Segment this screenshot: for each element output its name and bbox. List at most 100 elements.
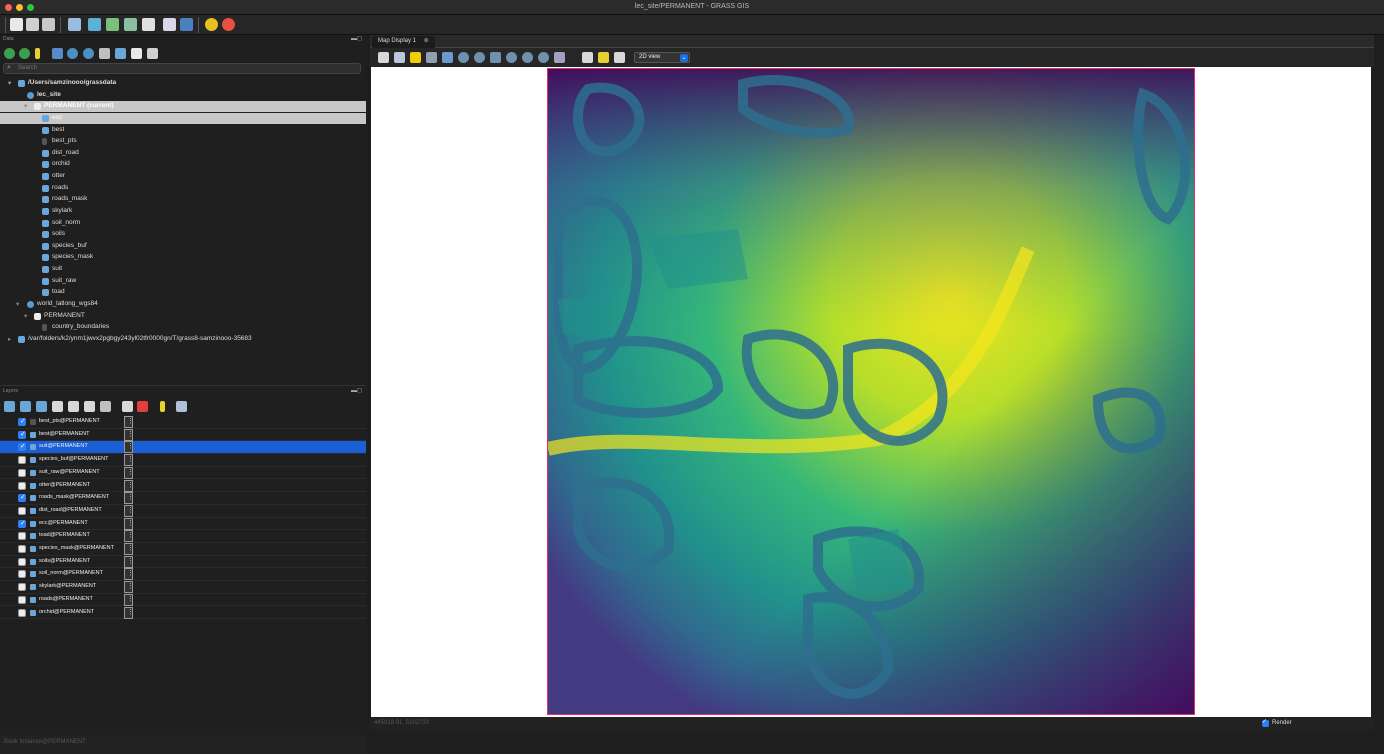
add-grassdb-icon[interactable] <box>52 48 63 59</box>
layer-row[interactable]: best_pts@PERMANENT <box>0 416 366 429</box>
layer-visibility-checkbox[interactable] <box>18 430 26 439</box>
remove-layer-icon[interactable] <box>137 401 148 412</box>
opacity-handle[interactable] <box>124 441 134 454</box>
map-decorations-icon[interactable] <box>582 52 593 63</box>
settings-gear-icon[interactable] <box>205 18 218 31</box>
print-icon[interactable] <box>614 52 625 63</box>
opacity-handle[interactable] <box>124 466 134 479</box>
script-icon[interactable] <box>163 18 176 31</box>
expand-arrow-icon[interactable]: ▾ <box>8 79 11 87</box>
opacity-handle[interactable] <box>124 428 134 441</box>
add-location-icon[interactable] <box>67 48 78 59</box>
tree-item-map[interactable]: orchid <box>0 159 366 170</box>
save-image-icon[interactable] <box>598 52 609 63</box>
add-mapset-icon[interactable] <box>99 48 110 59</box>
layer-visibility-checkbox[interactable] <box>18 608 26 617</box>
import-layer-icon[interactable] <box>122 401 133 412</box>
pan-icon[interactable] <box>442 52 453 63</box>
search-input[interactable]: ⌕ Search <box>3 63 361 74</box>
render-map-icon[interactable] <box>394 52 405 63</box>
import-raster-icon[interactable] <box>115 48 126 59</box>
tree-item-map[interactable]: otter <box>0 171 366 182</box>
expand-arrow-icon[interactable]: ▾ <box>24 102 27 110</box>
panel-float-icon[interactable]: ▬◻ <box>351 35 362 42</box>
add-vector-icon[interactable] <box>52 401 63 412</box>
layer-row[interactable]: roads_mask@PERMANENT <box>0 492 366 505</box>
layer-visibility-checkbox[interactable] <box>18 506 26 515</box>
layer-visibility-checkbox[interactable] <box>18 417 26 426</box>
tree-item-map[interactable]: roads_mask <box>0 194 366 205</box>
tree-item-map[interactable]: suit <box>0 264 366 275</box>
layer-row[interactable]: dist_road@PERMANENT <box>0 504 366 518</box>
expand-arrow-icon[interactable]: ▾ <box>16 300 19 308</box>
tree-item-map[interactable]: best <box>0 125 366 136</box>
layer-row[interactable]: otter@PERMANENT <box>0 479 366 493</box>
measure-icon[interactable] <box>554 52 565 63</box>
add-overlay-icon[interactable] <box>84 401 95 412</box>
zoom-out-icon[interactable] <box>474 52 485 63</box>
display-map-icon[interactable] <box>378 52 389 63</box>
tree-item-map[interactable]: best_pts <box>0 136 366 147</box>
help-lifebuoy-icon[interactable] <box>222 18 235 31</box>
open-workspace-icon[interactable] <box>26 18 39 31</box>
expand-arrow-icon[interactable]: ▾ <box>24 312 27 320</box>
tree-item-map[interactable]: skylark <box>0 206 366 217</box>
link-data-icon[interactable] <box>147 48 158 59</box>
layer-visibility-checkbox[interactable] <box>18 493 26 503</box>
opacity-handle[interactable] <box>124 479 134 492</box>
layer-visibility-checkbox[interactable] <box>18 557 26 566</box>
tree-item-map[interactable]: dist_road <box>0 148 366 159</box>
tree-item-map[interactable]: species_mask <box>0 252 366 263</box>
tree-item-map[interactable]: species_buf <box>0 241 366 252</box>
edit-pencil-icon[interactable] <box>35 48 40 59</box>
layer-row[interactable]: soil_norm@PERMANENT <box>0 568 366 582</box>
zoom-region-icon[interactable] <box>538 52 549 63</box>
edit-vector-pencil-icon[interactable] <box>160 401 165 412</box>
layer-visibility-checkbox[interactable] <box>18 583 26 592</box>
reload-current-mapset-icon[interactable] <box>19 48 30 59</box>
download-location-icon[interactable] <box>83 48 94 59</box>
tree-item-map[interactable]: country_boundaries <box>0 322 366 333</box>
layer-row[interactable]: species_buf@PERMANENT <box>0 454 366 467</box>
add-various-vector-icon[interactable] <box>68 401 79 412</box>
expand-arrow-icon[interactable]: ▸ <box>8 335 11 343</box>
tree-item-map[interactable]: roads <box>0 183 366 194</box>
opacity-handle[interactable] <box>124 593 134 606</box>
tree-item-mapset-current[interactable]: ▾ PERMANENT (current) <box>0 101 366 112</box>
render-checkbox[interactable] <box>1262 718 1269 727</box>
tree-item-map[interactable]: ecc <box>0 113 366 124</box>
zoom-extent-icon[interactable] <box>490 52 501 63</box>
opacity-handle[interactable] <box>124 454 134 467</box>
layer-visibility-checkbox[interactable] <box>18 442 26 452</box>
tree-item-map[interactable]: suit_raw <box>0 276 366 287</box>
layer-row[interactable]: toad@PERMANENT <box>0 530 366 543</box>
georectify-icon[interactable] <box>124 18 137 31</box>
new-workspace-icon[interactable] <box>10 18 23 31</box>
tree-item-grassdb[interactable]: ▸ /var/folders/k2/ynm1jwvx2pgbgy243yl02t… <box>0 334 366 345</box>
tree-item-location[interactable]: ▾ world_latlong_wgs84 <box>0 299 366 310</box>
layer-visibility-checkbox[interactable] <box>18 595 26 604</box>
opacity-handle[interactable] <box>124 416 134 428</box>
map-canvas[interactable] <box>371 67 1371 717</box>
opacity-handle[interactable] <box>124 492 134 505</box>
opacity-handle[interactable] <box>124 543 134 555</box>
close-tab-icon[interactable]: ⊗ <box>424 38 429 44</box>
tab-map-display-1[interactable]: Map Display 1 ⊗ <box>372 36 435 48</box>
digitizer-icon[interactable] <box>106 18 119 31</box>
add-various-raster-icon[interactable] <box>36 401 47 412</box>
opacity-handle[interactable] <box>124 555 134 568</box>
add-multiple-layers-icon[interactable] <box>4 401 15 412</box>
tree-item-map[interactable]: toad <box>0 287 366 298</box>
opacity-handle[interactable] <box>124 504 134 517</box>
monitor-icon[interactable] <box>142 18 155 31</box>
layer-visibility-checkbox[interactable] <box>18 532 26 541</box>
select-icon[interactable] <box>426 52 437 63</box>
zoom-layer-icon[interactable] <box>522 52 533 63</box>
opacity-handle[interactable] <box>124 530 134 543</box>
attribute-table-icon[interactable] <box>176 401 187 412</box>
new-map-display-icon[interactable] <box>68 18 81 31</box>
tree-item-location[interactable]: lec_site <box>0 90 366 101</box>
save-workspace-icon[interactable] <box>42 18 55 31</box>
layer-visibility-checkbox[interactable] <box>18 545 26 553</box>
layer-visibility-checkbox[interactable] <box>18 570 26 579</box>
